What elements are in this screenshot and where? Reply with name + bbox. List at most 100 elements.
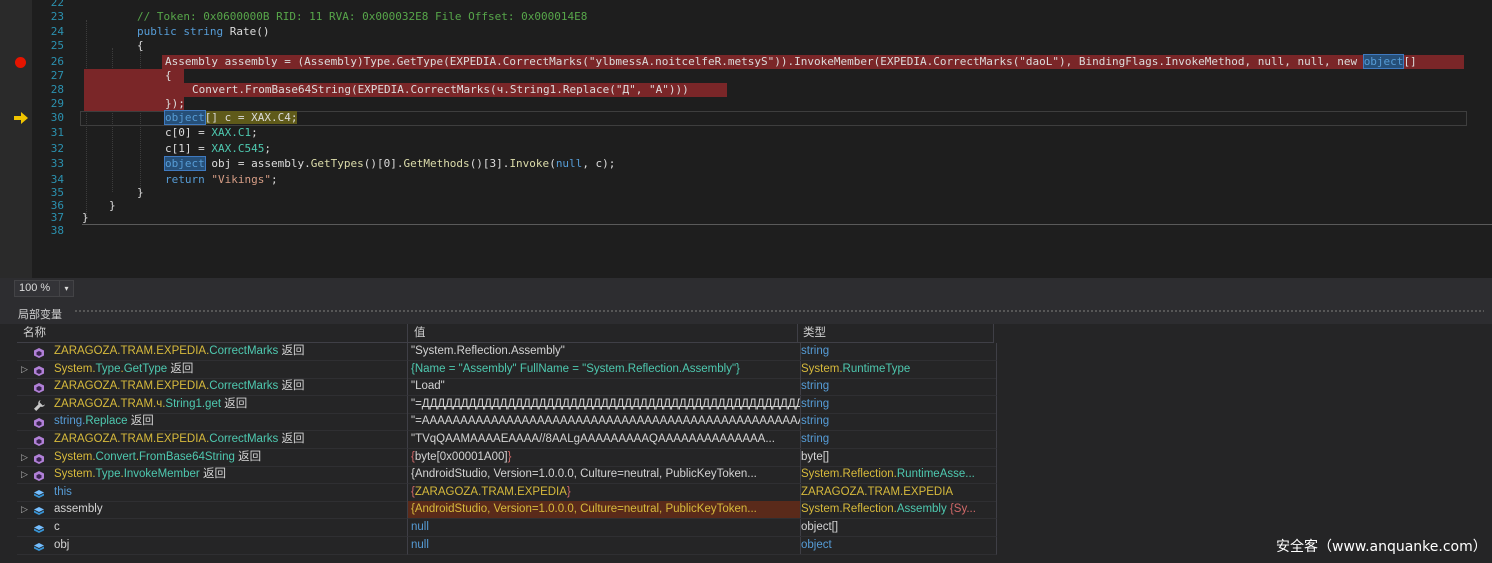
code-line: 27 { [0,69,1492,83]
type-cell: string [798,431,997,449]
value-cell[interactable]: null [408,536,801,555]
breakpoint-icon[interactable] [15,57,26,68]
code-text: Assembly assembly = (Assembly)Type.GetTy… [165,54,1417,69]
column-header-value[interactable]: 值 [408,324,798,343]
code-line: 28 Convert.FromBase64String(EXPEDIA.Corr… [0,83,1492,97]
locals-row[interactable]: ZARAGOZA.TRAM.ч.String1.get 返回 "=ДДДДДДДД… [17,395,997,414]
code-line: 26 Assembly assembly = (Assembly)Type.Ge… [0,54,1492,69]
line-number: 23 [50,10,64,23]
method-icon [34,453,44,464]
name-cell[interactable]: c [17,519,408,537]
name-cell[interactable]: ▷ System.Type.GetType 返回 [17,360,408,379]
method-icon [34,382,44,394]
name-cell[interactable]: ▷ System.Convert.FromBase64String 返回 [17,448,408,467]
variable-name: ZARAGOZA.TRAM.ч.String1.get 返回 [54,397,248,410]
variable-name: ZARAGOZA.TRAM.EXPEDIA.CorrectMarks 返回 [54,345,305,357]
locals-row[interactable]: string.Replace 返回 "=AAAAAAAAAAAAAAAAAAAAA… [17,413,997,432]
variable-name: ZARAGOZA.TRAM.EXPEDIA.CorrectMarks 返回 [54,433,305,445]
variable-name: obj [54,538,70,551]
value-cell[interactable]: "=AAAAAAAAAAAAAAAAAAAAAAAAAAAAAAAAAAAAAA… [408,413,801,432]
line-number: 35 [50,186,64,199]
locals-row[interactable]: ZARAGOZA.TRAM.EXPEDIA.CorrectMarks 返回 "TV… [17,431,997,449]
chevron-down-icon[interactable]: ▾ [59,281,73,296]
column-header-type[interactable]: 类型 [798,324,994,343]
name-cell[interactable]: ZARAGOZA.TRAM.EXPEDIA.CorrectMarks 返回 [17,343,408,361]
code-line: 29 }); [0,97,1492,111]
value-cell[interactable]: {ZARAGOZA.TRAM.EXPEDIA} [408,483,801,502]
line-number: 29 [50,97,64,110]
field-icon [34,488,44,498]
type-cell: object[] [798,519,997,537]
line-number: 30 [50,111,64,124]
variable-name: System.Type.InvokeMember 返回 [54,468,226,481]
type-cell: ZARAGOZA.TRAM.EXPEDIA [798,483,997,502]
field-icon [34,523,44,533]
method-icon [34,347,44,358]
variable-name: System.Type.GetType 返回 [54,362,194,375]
expand-arrow-icon[interactable]: ▷ [21,361,28,378]
code-editor[interactable]: 22 23 // Token: 0x0600000B RID: 11 RVA: … [0,0,1492,278]
variable-name: ZARAGOZA.TRAM.EXPEDIA.CorrectMarks 返回 [54,380,305,393]
type-cell: string [798,395,997,414]
expand-arrow-icon[interactable]: ▷ [21,501,28,518]
locals-row[interactable]: ▷ System.Type.GetType 返回 {Name = "Assembly… [17,360,997,379]
code-line: 32 c[1] = XAX.C545; [0,142,1492,156]
name-cell[interactable]: ZARAGOZA.TRAM.EXPEDIA.CorrectMarks 返回 [17,378,408,397]
name-cell[interactable]: this [17,483,408,502]
locals-row[interactable]: ▷ System.Type.InvokeMember 返回 {AndroidStud… [17,466,997,485]
code-line: 24 public string Rate() [0,25,1492,39]
code-text: Convert.FromBase64String(EXPEDIA.Correct… [192,83,689,96]
value-cell[interactable]: {AndroidStudio, Version=1.0.0.0, Culture… [408,466,801,485]
zoom-level: 100 % [19,282,51,294]
value-cell[interactable]: {byte[0x00001A00]} [408,448,801,467]
line-number: 34 [50,173,64,186]
field-icon [34,505,44,516]
value-cell[interactable]: "=ДДДДДДДДДДДДДДДДДДДДДДДДДДДДДДДДДДДДДД… [408,395,801,414]
name-cell[interactable]: obj [17,536,408,555]
name-cell[interactable]: ZARAGOZA.TRAM.ч.String1.get 返回 [17,395,408,414]
name-cell[interactable]: string.Replace 返回 [17,413,408,432]
brace: { [165,69,172,82]
current-statement-arrow-icon [14,112,28,124]
code-line: 23 // Token: 0x0600000B RID: 11 RVA: 0x0… [0,10,1492,24]
expand-arrow-icon[interactable]: ▷ [21,449,28,466]
locals-row[interactable]: ▷ System.Convert.FromBase64String 返回 {byte… [17,448,997,467]
line-number: 27 [50,69,64,82]
column-header-name[interactable]: 名称 [17,324,408,343]
line-number: 32 [50,142,64,155]
locals-row[interactable]: this {ZARAGOZA.TRAM.EXPEDIA} ZARAGOZA.TRAM… [17,483,997,502]
zoom-dropdown[interactable]: 100 % ▾ [14,280,74,297]
type-cell: System.Reflection.RuntimeAsse... [798,466,997,485]
name-cell[interactable]: ▷ assembly [17,501,408,520]
code-text: }); [165,97,185,110]
locals-row[interactable]: ZARAGOZA.TRAM.EXPEDIA.CorrectMarks 返回 "Sy… [17,343,997,361]
name-cell[interactable]: ZARAGOZA.TRAM.EXPEDIA.CorrectMarks 返回 [17,431,408,449]
line-number: 24 [50,25,64,38]
method-icon [34,417,44,429]
value-cell[interactable]: "Load" [408,378,801,397]
value-cell[interactable]: {AndroidStudio, Version=1.0.0.0, Culture… [408,501,801,520]
type-cell: string [798,378,997,397]
brace: } [82,211,89,224]
locals-title-bar[interactable]: 局部变量 [0,298,1492,324]
line-number: 37 [50,211,64,224]
value-cell[interactable]: "System.Reflection.Assembly" [408,343,801,361]
line-number: 25 [50,39,64,52]
value-cell[interactable]: "TVqQAAMAAAAEAAAA//8AALgAAAAAAAAAQAAAAAA… [408,431,801,449]
expand-arrow-icon[interactable]: ▷ [21,466,28,483]
locals-row[interactable]: ▷ assembly {AndroidStudio, Version=1.0.0.0… [17,501,997,520]
locals-row[interactable]: obj null object [17,536,997,555]
locals-row[interactable]: c null object[] [17,519,997,537]
brace: } [137,186,144,199]
locals-window: 局部变量 名称 值 类型 ZARAGOZA.TRAM.EXPEDIA.Corre… [0,298,1492,563]
title-grip [74,309,1484,314]
property-wrench-icon [34,399,45,411]
line-number: 38 [50,224,64,237]
value-cell[interactable]: null [408,519,801,537]
watermark: 安全客（www.anquanke.com） [1276,539,1487,555]
name-cell[interactable]: ▷ System.Type.InvokeMember 返回 [17,466,408,485]
value-cell[interactable]: {Name = "Assembly" FullName = "System.Re… [408,360,801,379]
locals-row[interactable]: ZARAGOZA.TRAM.EXPEDIA.CorrectMarks 返回 "Lo… [17,378,997,397]
variable-name: string.Replace 返回 [54,415,154,428]
comment-token: // Token: 0x0600000B RID: 11 RVA: 0x0000… [137,10,588,23]
